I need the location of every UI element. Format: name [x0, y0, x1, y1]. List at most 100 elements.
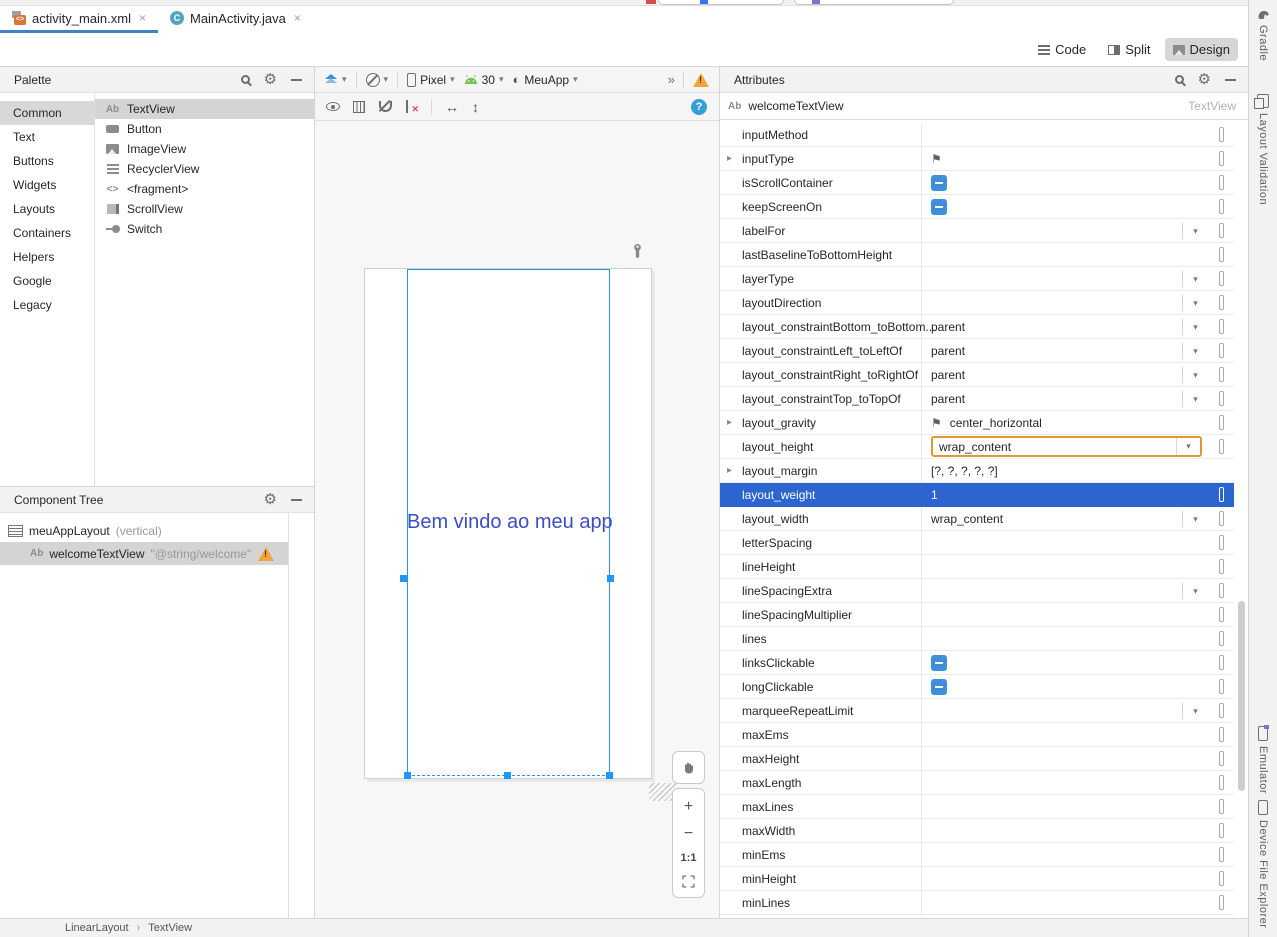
resource-picker-icon[interactable]	[1219, 223, 1224, 238]
chevron-down-icon[interactable]: ▾	[1176, 438, 1200, 455]
resource-picker-icon[interactable]	[1219, 703, 1224, 718]
attribute-row-maxlines[interactable]: maxLines	[720, 795, 1234, 819]
attribute-row-lines[interactable]: lines	[720, 627, 1234, 651]
attribute-value-cell[interactable]	[922, 123, 1208, 146]
gear-icon[interactable]	[1198, 72, 1211, 87]
chevron-down-icon[interactable]: ▾	[1182, 271, 1208, 287]
attribute-value-cell[interactable]	[922, 891, 1208, 914]
resize-handle-right[interactable]	[607, 575, 614, 582]
preview-text[interactable]: Bem vindo ao meu app	[407, 511, 610, 534]
theme-selector[interactable]: MeuApp ▾	[513, 73, 578, 87]
palette-item-textview[interactable]: AbTextView	[95, 99, 314, 119]
attribute-value-cell[interactable]	[922, 195, 1208, 218]
attribute-value-cell[interactable]: ⚑	[922, 147, 1208, 170]
design-canvas[interactable]: Bem vindo ao meu app + − 1:1	[315, 121, 719, 917]
resource-picker-icon[interactable]	[1219, 391, 1224, 406]
resource-picker-icon[interactable]	[1219, 487, 1224, 502]
chevron-down-icon[interactable]: ▾	[1182, 703, 1208, 719]
resource-picker-icon[interactable]	[1219, 535, 1224, 550]
pan-tool-button[interactable]	[672, 751, 705, 784]
split-mode-button[interactable]: Split	[1100, 38, 1158, 61]
attribute-row-marqueerepeatlimit[interactable]: marqueeRepeatLimit▾	[720, 699, 1234, 723]
chevron-down-icon[interactable]: ▾	[1182, 511, 1208, 527]
attribute-row-layout-weight[interactable]: layout_weight1	[720, 483, 1234, 507]
tab-activity-main-xml[interactable]: <> activity_main.xml ×	[0, 6, 158, 33]
attribute-row-inputmethod[interactable]: inputMethod	[720, 123, 1234, 147]
attribute-row-layout-constraintright-torightof[interactable]: layout_constraintRight_toRightOfparent▾	[720, 363, 1234, 387]
resource-picker-icon[interactable]	[1219, 607, 1224, 622]
attribute-value-cell[interactable]	[922, 531, 1208, 554]
hide-panel-icon[interactable]	[1225, 79, 1236, 81]
palette-item-fragment[interactable]: <><fragment>	[95, 179, 314, 199]
attribute-row-layout-width[interactable]: layout_widthwrap_content▾	[720, 507, 1234, 531]
palette-category-common[interactable]: Common	[0, 101, 94, 125]
attribute-value-cell[interactable]	[922, 171, 1208, 194]
attribute-row-linespacingmultiplier[interactable]: lineSpacingMultiplier	[720, 603, 1234, 627]
zoom-out-button[interactable]: −	[684, 826, 693, 842]
expand-icon[interactable]: ▸	[727, 153, 732, 164]
attribute-row-letterspacing[interactable]: letterSpacing	[720, 531, 1234, 555]
attribute-value-cell[interactable]: 1	[922, 483, 1208, 506]
resource-picker-icon[interactable]	[1219, 271, 1224, 286]
resource-picker-icon[interactable]	[1219, 679, 1224, 694]
resource-picker-icon[interactable]	[1219, 895, 1224, 910]
attribute-row-linespacingextra[interactable]: lineSpacingExtra▾	[720, 579, 1234, 603]
attribute-row-longclickable[interactable]: longClickable	[720, 675, 1234, 699]
attribute-value-cell[interactable]	[922, 747, 1208, 770]
autoconnect-off-icon[interactable]	[378, 100, 391, 113]
chevron-down-icon[interactable]: ▾	[1182, 319, 1208, 335]
attribute-value-cell[interactable]	[922, 867, 1208, 890]
palette-item-imageview[interactable]: ImageView	[95, 139, 314, 159]
orientation-button[interactable]: ▾	[366, 73, 389, 87]
toolwindow-emulator[interactable]: Emulator	[1249, 726, 1277, 794]
toolwindow-layout-validation[interactable]: Layout Validation	[1249, 94, 1277, 205]
close-icon[interactable]: ×	[139, 11, 146, 25]
attribute-value-cell[interactable]	[922, 795, 1208, 818]
expand-icon[interactable]: ▸	[727, 417, 732, 428]
indeterminate-checkbox[interactable]	[931, 175, 947, 191]
tab-mainactivity-java[interactable]: C MainActivity.java ×	[158, 6, 313, 33]
attribute-value-cell[interactable]: ⚑center_horizontal	[922, 411, 1208, 434]
resize-handle-bottom-left[interactable]	[404, 772, 411, 779]
attribute-row-lineheight[interactable]: lineHeight	[720, 555, 1234, 579]
attribute-row-layout-constraintbottom-tobottom[interactable]: layout_constraintBottom_toBottom...paren…	[720, 315, 1234, 339]
indeterminate-checkbox[interactable]	[931, 655, 947, 671]
attribute-row-minlines[interactable]: minLines	[720, 891, 1234, 915]
chevron-down-icon[interactable]: ▾	[1182, 391, 1208, 407]
resize-handle-left[interactable]	[400, 575, 407, 582]
attribute-value-cell[interactable]: [?, ?, ?, ?, ?]	[922, 459, 1208, 482]
palette-category-layouts[interactable]: Layouts	[0, 197, 94, 221]
resource-picker-icon[interactable]	[1219, 439, 1224, 454]
clear-constraints-icon[interactable]	[404, 100, 418, 113]
breadcrumb-item-textview[interactable]: TextView	[148, 922, 192, 934]
attribute-value-cell[interactable]: parent▾	[922, 339, 1208, 362]
focused-combo-box[interactable]: wrap_content▾	[931, 436, 1202, 457]
attribute-value-cell[interactable]: parent▾	[922, 363, 1208, 386]
hide-panel-icon[interactable]	[291, 499, 302, 501]
resource-picker-icon[interactable]	[1219, 511, 1224, 526]
attribute-row-inputtype[interactable]: ▸inputType⚑	[720, 147, 1234, 171]
resource-picker-icon[interactable]	[1219, 799, 1224, 814]
design-surface-button[interactable]: ▾	[324, 74, 347, 86]
attribute-row-layout-gravity[interactable]: ▸layout_gravity⚑center_horizontal	[720, 411, 1234, 435]
chevron-down-icon[interactable]: ▾	[1182, 223, 1208, 239]
chevron-down-icon[interactable]: ▾	[1182, 343, 1208, 359]
chevron-down-icon[interactable]: ▾	[1182, 367, 1208, 383]
attribute-row-isscrollcontainer[interactable]: isScrollContainer	[720, 171, 1234, 195]
attribute-value-cell[interactable]: ▾	[922, 699, 1208, 722]
view-options-button[interactable]	[326, 102, 340, 111]
palette-category-text[interactable]: Text	[0, 125, 94, 149]
attribute-row-layout-height[interactable]: layout_heightwrap_content▾	[720, 435, 1234, 459]
scrollbar-thumb[interactable]	[1238, 601, 1245, 791]
design-mode-button[interactable]: Design	[1165, 38, 1238, 61]
warning-icon[interactable]	[258, 547, 274, 561]
resize-handle-bottom-center[interactable]	[504, 772, 511, 779]
attribute-value-cell[interactable]	[922, 627, 1208, 650]
resource-picker-icon[interactable]	[1219, 751, 1224, 766]
attribute-value-cell[interactable]: parent▾	[922, 387, 1208, 410]
zoom-actual-button[interactable]: 1:1	[681, 853, 697, 864]
attribute-value-cell[interactable]: ▾	[922, 291, 1208, 314]
resource-picker-icon[interactable]	[1219, 847, 1224, 862]
zoom-fit-icon[interactable]	[682, 875, 695, 888]
resource-picker-icon[interactable]	[1219, 295, 1224, 310]
